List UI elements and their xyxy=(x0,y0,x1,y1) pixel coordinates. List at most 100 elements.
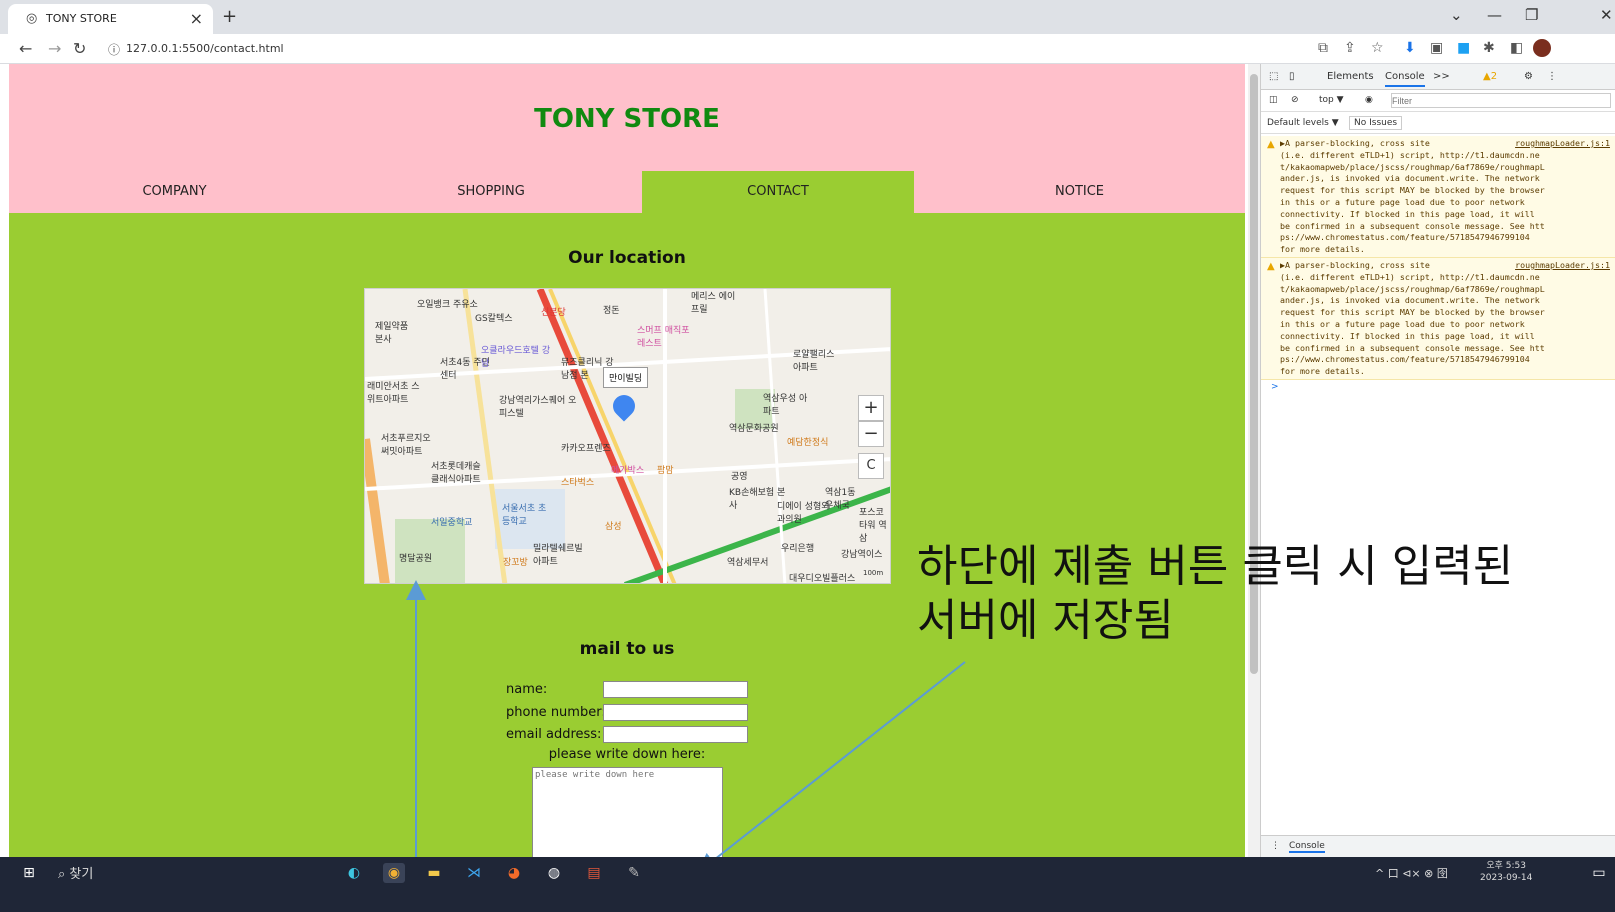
map-pin-label: 만이빌딩 xyxy=(603,367,649,388)
profile-avatar[interactable] xyxy=(1533,39,1551,57)
phone-label: phone number: xyxy=(506,705,606,720)
tab-console[interactable]: Console xyxy=(1385,71,1425,87)
firefox-icon[interactable]: ◕ xyxy=(503,863,525,883)
url-field[interactable]: 127.0.0.1:5500/contact.html xyxy=(126,42,284,55)
kebab-menu-icon[interactable]: ⋮ xyxy=(1547,71,1557,82)
zoom-in-button[interactable]: + xyxy=(858,395,884,421)
issues-button[interactable]: No Issues xyxy=(1349,116,1403,130)
context-select[interactable]: top ▼ xyxy=(1319,95,1344,105)
map-label: 스머프 매직포레스트 xyxy=(637,326,690,349)
map-label: 정돈 xyxy=(603,306,620,316)
tab-close-button[interactable]: × xyxy=(190,9,203,28)
map-label: 서초푸르지오 써밋아파트 xyxy=(381,434,431,457)
console-toolbar: ◫ ⊘ top ▼ ◉ xyxy=(1261,90,1615,112)
file-explorer-icon[interactable]: ▬ xyxy=(423,863,445,883)
system-tray[interactable]: ^ 口 ⊲× ⊗ 囹 xyxy=(1375,865,1448,881)
minimize-button[interactable]: — xyxy=(1487,6,1502,24)
map-label: 메가박스 xyxy=(611,466,645,476)
nav-contact[interactable]: CONTACT xyxy=(642,171,914,213)
search-label: 찾기 xyxy=(69,867,94,882)
sidepanel-icon[interactable]: ◧ xyxy=(1510,40,1523,56)
translate-icon[interactable]: ⧉ xyxy=(1318,40,1328,56)
email-label: email address: xyxy=(506,727,602,742)
reload-icon[interactable]: ↻ xyxy=(73,39,86,58)
nav-notice[interactable]: NOTICE xyxy=(914,171,1245,213)
map-label: 신분당 xyxy=(541,308,566,318)
name-field[interactable] xyxy=(603,681,748,698)
clock[interactable]: 오후 5:53 2023-09-14 xyxy=(1480,860,1532,884)
clear-console-icon[interactable]: ⊘ xyxy=(1291,95,1299,105)
download-extension-icon[interactable]: ⬇ xyxy=(1404,40,1416,56)
drawer-tab-console[interactable]: Console xyxy=(1289,841,1325,853)
default-levels-dropdown[interactable]: Default levels ▼ xyxy=(1267,118,1339,128)
paint-icon[interactable]: ✎ xyxy=(623,863,645,883)
extension-icon[interactable]: ■ xyxy=(1457,40,1470,56)
taskbar: ⊞ ⌕ 찾기 ◐ ◉ ▬ ⋊ ◕ ◍ ▤ ✎ ^ 口 ⊲× ⊗ 囹 오후 5:5… xyxy=(0,857,1615,912)
message-textarea[interactable] xyxy=(532,767,723,857)
nav-shopping[interactable]: SHOPPING xyxy=(340,171,642,213)
more-tabs-button[interactable]: >> xyxy=(1433,71,1450,82)
map-label: 공영 xyxy=(731,472,748,482)
browser-tab[interactable]: ◎ TONY STORE × xyxy=(8,4,213,34)
new-tab-button[interactable]: + xyxy=(222,6,237,27)
console-filter-input[interactable] xyxy=(1391,93,1611,108)
edge-icon[interactable]: ◐ xyxy=(343,863,365,883)
map-label: 역삼세무서 xyxy=(727,558,769,568)
clock-date: 2023-09-14 xyxy=(1480,873,1533,883)
page-viewport: TONY STORE COMPANY SHOPPING CONTACT NOTI… xyxy=(0,64,1248,857)
sidebar-toggle-icon[interactable]: ◫ xyxy=(1269,95,1278,105)
restore-button[interactable]: ❐ xyxy=(1525,6,1538,24)
map-refresh-button[interactable]: C xyxy=(858,453,884,479)
puzzle-icon[interactable]: ✱ xyxy=(1483,40,1495,56)
warning-message: ▶A parser-blocking, cross site (i.e. dif… xyxy=(1280,138,1545,255)
map-label: 래미안서초 스위트아파트 xyxy=(367,382,420,405)
page-scrollbar[interactable] xyxy=(1248,64,1260,857)
console-prompt[interactable]: > xyxy=(1271,382,1279,392)
warning-badge[interactable]: ▲2 xyxy=(1483,71,1497,82)
clock-time: 오후 5:53 xyxy=(1486,861,1526,871)
forward-icon[interactable]: → xyxy=(48,39,61,58)
chrome-icon[interactable]: ◉ xyxy=(383,863,405,883)
tab-search-icon[interactable]: ⌄ xyxy=(1450,6,1463,24)
windows-start-icon[interactable]: ⊞ xyxy=(18,863,40,883)
map-label: 스타벅스 xyxy=(561,478,595,488)
map-label: 장꼬방 xyxy=(503,558,528,568)
map-label: GS칼텍스 xyxy=(475,314,513,324)
email-field[interactable] xyxy=(603,726,748,743)
vscode-icon[interactable]: ⋊ xyxy=(463,863,485,883)
settings-gear-icon[interactable]: ⚙ xyxy=(1524,71,1533,82)
back-icon[interactable]: ← xyxy=(19,39,32,58)
bookmark-star-icon[interactable]: ☆ xyxy=(1371,40,1384,56)
github-icon[interactable]: ◍ xyxy=(543,863,565,883)
map-label: 명달공원 xyxy=(399,554,433,564)
device-toggle-icon[interactable]: ▯ xyxy=(1289,71,1295,82)
tab-title: TONY STORE xyxy=(46,12,117,25)
map-label: 역삼우성 아파트 xyxy=(763,394,808,417)
map-label: 대우디오빌플러스 xyxy=(789,574,856,584)
devtools-drawer: ⋮ Console xyxy=(1261,835,1615,857)
close-window-button[interactable]: ✕ xyxy=(1600,6,1613,24)
map-label: 삼성 xyxy=(605,522,622,532)
kakao-map[interactable]: 오일뱅크 주유소 GS칼텍스 제일약품 본사 신분당 정돈 메리스 에이프릴 스… xyxy=(364,288,891,584)
map-label: 서울서초 초등학교 xyxy=(502,504,547,527)
map-label: 로얄팰리스 아파트 xyxy=(793,350,835,373)
warning-icon: ▲ xyxy=(1267,261,1275,272)
notification-icon[interactable]: ▭ xyxy=(1588,863,1610,883)
share-icon[interactable]: ⇪ xyxy=(1344,40,1356,56)
nav-company[interactable]: COMPANY xyxy=(9,171,340,213)
tab-elements[interactable]: Elements xyxy=(1327,71,1374,82)
drawer-menu-icon[interactable]: ⋮ xyxy=(1271,841,1280,851)
site-header: TONY STORE COMPANY SHOPPING CONTACT NOTI… xyxy=(9,64,1245,213)
powerpoint-icon[interactable]: ▤ xyxy=(583,863,605,883)
inspect-icon[interactable]: ⬚ xyxy=(1269,71,1278,82)
map-label: 서일중학교 xyxy=(431,518,473,528)
zoom-out-button[interactable]: − xyxy=(858,421,884,447)
eye-icon[interactable]: ◉ xyxy=(1365,95,1373,105)
map-scale-label: 100m xyxy=(863,569,884,577)
camera-extension-icon[interactable]: ▣ xyxy=(1430,40,1443,56)
taskbar-search[interactable]: ⌕ 찾기 xyxy=(58,863,93,882)
info-icon[interactable]: ⓘ xyxy=(108,41,120,58)
devtools-toolbar: ⬚ ▯ Elements Console >> ▲2 ⚙ ⋮ xyxy=(1261,64,1615,90)
map-label: 제일약품 본사 xyxy=(375,322,409,345)
phone-field[interactable] xyxy=(603,704,748,721)
